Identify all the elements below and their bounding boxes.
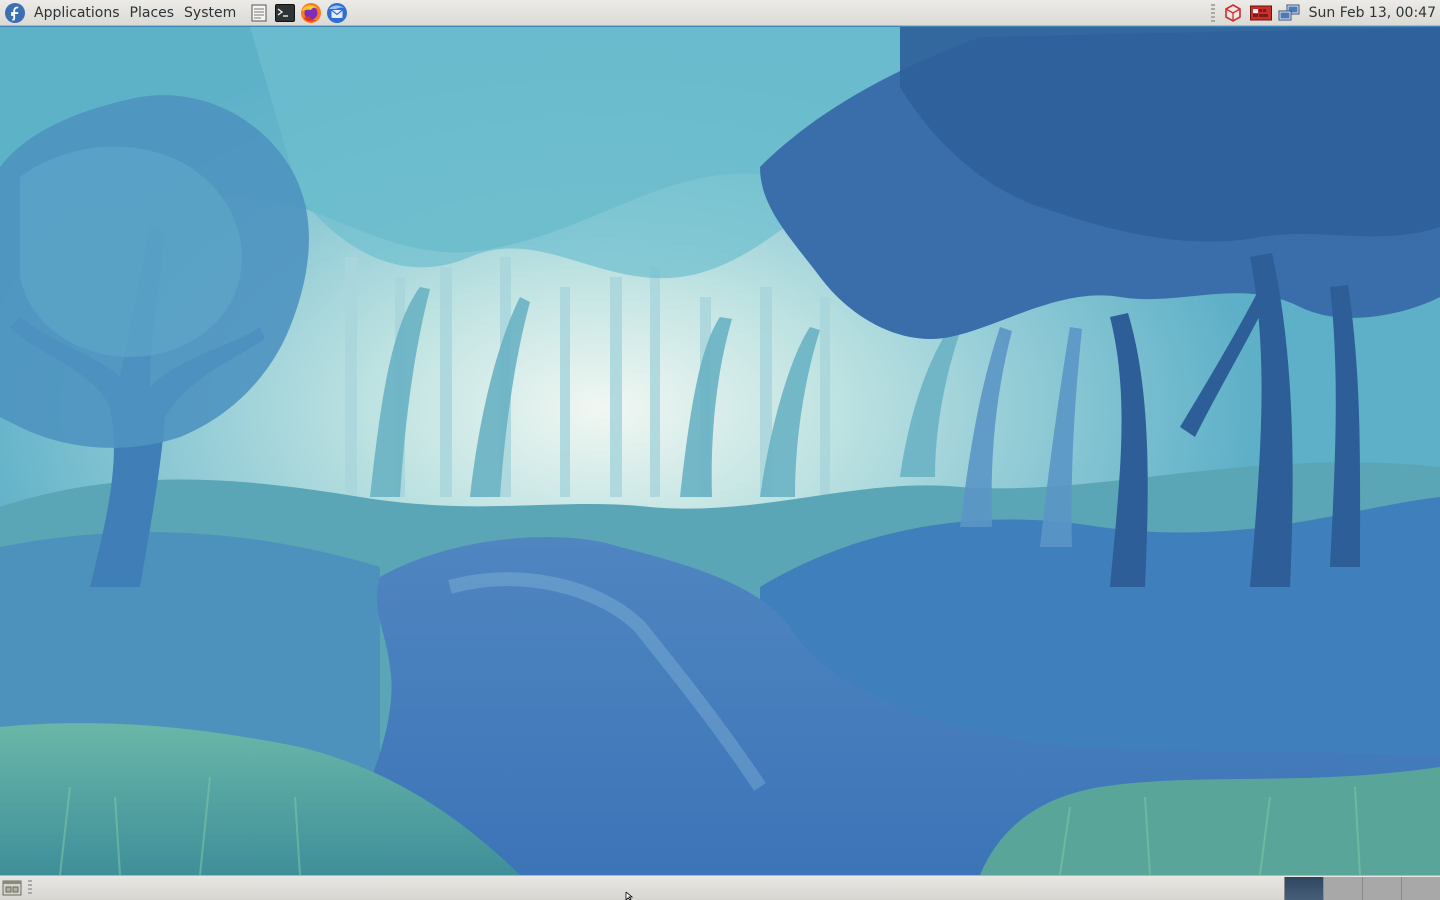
workspace-3[interactable] xyxy=(1362,877,1401,900)
keyboard-layout-icon[interactable] xyxy=(1249,1,1273,25)
show-desktop-icon[interactable] xyxy=(2,879,22,897)
main-menu-bar: Applications Places System xyxy=(0,0,241,26)
places-menu[interactable]: Places xyxy=(125,0,180,26)
forest-river-painting xyxy=(0,27,1440,875)
terminal-icon[interactable] xyxy=(273,1,297,25)
workspace-4[interactable] xyxy=(1401,877,1440,900)
desktop-wallpaper[interactable] xyxy=(0,27,1440,875)
top-panel: Applications Places System Sun Feb 13, 0… xyxy=(0,0,1440,26)
workspace-switcher xyxy=(1284,877,1440,900)
network-icon[interactable] xyxy=(1277,1,1301,25)
applications-menu[interactable]: Applications xyxy=(29,0,125,26)
system-menu[interactable]: System xyxy=(179,0,241,26)
window-list-handle[interactable] xyxy=(28,880,32,896)
launcher-group xyxy=(245,1,349,25)
mouse-pointer-icon xyxy=(625,892,634,900)
clock[interactable]: Sun Feb 13, 00:47 xyxy=(1303,5,1440,21)
bottom-panel xyxy=(0,875,1440,900)
package-updates-icon[interactable] xyxy=(1221,1,1245,25)
tray-drag-handle[interactable] xyxy=(1210,4,1215,22)
firefox-icon[interactable] xyxy=(299,1,323,25)
notification-area: Sun Feb 13, 00:47 xyxy=(1210,0,1440,26)
distro-logo-icon[interactable] xyxy=(4,2,26,24)
workspace-1[interactable] xyxy=(1284,877,1323,900)
workspace-2[interactable] xyxy=(1323,877,1362,900)
thunderbird-icon[interactable] xyxy=(325,1,349,25)
text-editor-icon[interactable] xyxy=(247,1,271,25)
